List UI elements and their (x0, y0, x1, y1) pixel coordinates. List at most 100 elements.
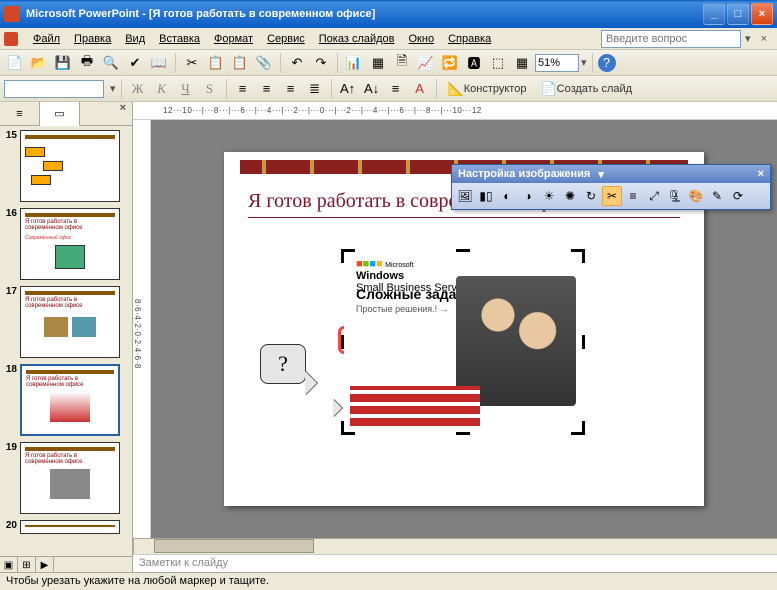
menu-format[interactable]: Формат (207, 31, 260, 47)
hyperlink-icon[interactable]: 📈 (415, 52, 437, 74)
thumb-18[interactable]: Я готов работать в современном офисе (20, 364, 120, 436)
align-justify-icon[interactable]: ≣ (304, 78, 326, 100)
menu-file[interactable]: Файл (26, 31, 67, 47)
show-format-icon[interactable]: 🅰 (463, 52, 485, 74)
thumb-num: 19 (2, 442, 20, 514)
thumb-20[interactable] (20, 520, 120, 534)
menu-tools[interactable]: Сервис (260, 31, 312, 47)
crop-handle-bc[interactable] (456, 432, 470, 435)
picture-tool-4[interactable]: ☀ (539, 186, 559, 206)
picture-tool-3[interactable]: ◑ (518, 186, 538, 206)
picture-tool-11[interactable]: 🎨 (686, 186, 706, 206)
slides-tab[interactable]: ▭ (40, 102, 80, 126)
align-center-icon[interactable]: ≡ (256, 78, 278, 100)
paste-icon[interactable]: 📋 (229, 52, 251, 74)
picture-toolbar-header[interactable]: Настройка изображения ▾ × (452, 165, 770, 183)
cut-icon[interactable]: ✂ (181, 52, 203, 74)
help-icon[interactable]: ? (598, 54, 616, 72)
picture-tool-1[interactable]: ▮▯ (476, 186, 496, 206)
image-subtext: Простые решения.! → (356, 304, 449, 314)
picture-tool-12[interactable]: ✎ (707, 186, 727, 206)
print-icon[interactable]: 🖶 (76, 52, 98, 74)
new-slide-button[interactable]: 📄 Создать слайд (534, 78, 638, 100)
menu-help[interactable]: Справка (441, 31, 498, 47)
normal-view-icon[interactable]: ▣ (0, 557, 18, 573)
slide-picture[interactable]: ■■■■ Microsoft Windows Small Business Se… (344, 252, 582, 432)
undo-icon[interactable]: ↶ (286, 52, 308, 74)
zoom-input[interactable]: 51% (535, 54, 579, 72)
redo-icon[interactable]: ↷ (310, 52, 332, 74)
standard-toolbar: 📄 📂 💾 🖶 🔍 ✔ 📖 ✂ 📋 📋 📎 ↶ ↷ 📊 ▦ 🗎 📈 🔁 🅰 ⬚ … (0, 50, 777, 76)
ruler-vertical: 8·6·4·2·0·2·4·6·8 (133, 120, 151, 538)
titlebar: Microsoft PowerPoint - [Я готов работать… (0, 0, 777, 28)
outline-tab[interactable]: ≡ (0, 102, 40, 125)
chart-icon[interactable]: 📊 (343, 52, 365, 74)
picture-tool-13[interactable]: ⟳ (728, 186, 748, 206)
copy-icon[interactable]: 📋 (205, 52, 227, 74)
increase-font-icon[interactable]: A↑ (337, 78, 359, 100)
grid-icon[interactable]: ⬚ (487, 52, 509, 74)
sorter-view-icon[interactable]: ⊞ (18, 557, 36, 573)
menu-insert[interactable]: Вставка (152, 31, 207, 47)
italic-icon[interactable]: К (151, 78, 173, 100)
image-pattern (350, 386, 480, 426)
menu-slideshow[interactable]: Показ слайдов (312, 31, 402, 47)
save-icon[interactable]: 💾 (52, 52, 74, 74)
mdi-close[interactable]: × (755, 33, 773, 45)
picture-tool-7[interactable]: ✂ (602, 186, 622, 206)
design-button[interactable]: 📐 Конструктор (442, 78, 533, 100)
close-button[interactable]: × (751, 3, 773, 25)
thumb-16[interactable]: Я готов работать в современном офисеСовр… (20, 208, 120, 280)
table-icon[interactable]: ▦ (367, 52, 389, 74)
preview-icon[interactable]: 🔍 (100, 52, 122, 74)
expand-icon[interactable]: 🔁 (439, 52, 461, 74)
minimize-button[interactable]: _ (703, 3, 725, 25)
picture-tool-9[interactable]: ⤢ (644, 186, 664, 206)
notes-pane[interactable]: Заметки к слайду (133, 554, 777, 572)
align-left-icon[interactable]: ≡ (232, 78, 254, 100)
font-select[interactable] (4, 80, 104, 98)
callout-shape[interactable]: ? (260, 344, 306, 384)
numbering-icon[interactable]: ≡ (385, 78, 407, 100)
new-icon[interactable]: 📄 (4, 52, 26, 74)
research-icon[interactable]: 📖 (148, 52, 170, 74)
thumbnail-list: 15 16Я готов работать в современном офис… (0, 126, 132, 556)
picture-toolbar-options-icon[interactable]: ▾ (598, 168, 604, 181)
open-icon[interactable]: 📂 (28, 52, 50, 74)
crop-handle-rc[interactable] (582, 335, 585, 349)
scroll-horizontal[interactable] (133, 539, 777, 554)
slideshow-view-icon[interactable]: ▶ (36, 557, 54, 573)
menu-view[interactable]: Вид (118, 31, 152, 47)
bold-icon[interactable]: Ж (127, 78, 149, 100)
thumb-15[interactable] (20, 130, 120, 202)
picture-tool-5[interactable]: ✺ (560, 186, 580, 206)
maximize-button[interactable]: □ (727, 3, 749, 25)
picture-tool-6[interactable]: ↻ (581, 186, 601, 206)
menu-edit[interactable]: Правка (67, 31, 118, 47)
menu-window[interactable]: Окно (402, 31, 442, 47)
shadow-icon[interactable]: S (199, 78, 221, 100)
underline-icon[interactable]: Ч (175, 78, 197, 100)
picture-toolbar-close-icon[interactable]: × (758, 168, 764, 180)
help-search-input[interactable]: Введите вопрос (601, 30, 741, 48)
color-icon[interactable]: ▦ (511, 52, 533, 74)
picture-toolbar-title: Настройка изображения (458, 168, 590, 180)
thumb-19[interactable]: Я готов работать в современном офисе (20, 442, 120, 514)
picture-tool-0[interactable]: 🖼 (455, 186, 475, 206)
thumb-num: 20 (2, 520, 20, 534)
spell-icon[interactable]: ✔ (124, 52, 146, 74)
format-painter-icon[interactable]: 📎 (253, 52, 275, 74)
picture-tool-2[interactable]: ◐ (497, 186, 517, 206)
window-title: Microsoft PowerPoint - [Я готов работать… (26, 8, 703, 20)
picture-tool-8[interactable]: ≡ (623, 186, 643, 206)
align-right-icon[interactable]: ≡ (280, 78, 302, 100)
slides-panel: ≡ ▭ × 15 16Я готов работать в современно… (0, 102, 133, 572)
font-color-icon[interactable]: A (409, 78, 431, 100)
picture-tool-10[interactable]: 🗜 (665, 186, 685, 206)
thumb-17[interactable]: Я готов работать в современном офисе (20, 286, 120, 358)
ruler-horizontal: 12···10···|···8···|···6···|···4···|···2·… (133, 102, 777, 120)
picture-toolbar[interactable]: Настройка изображения ▾ × 🖼▮▯◐◑☀✺↻✂≡⤢🗜🎨✎… (451, 164, 771, 210)
tables-icon[interactable]: 🗎 (391, 52, 413, 74)
panel-close-icon[interactable]: × (114, 102, 132, 125)
decrease-font-icon[interactable]: A↓ (361, 78, 383, 100)
